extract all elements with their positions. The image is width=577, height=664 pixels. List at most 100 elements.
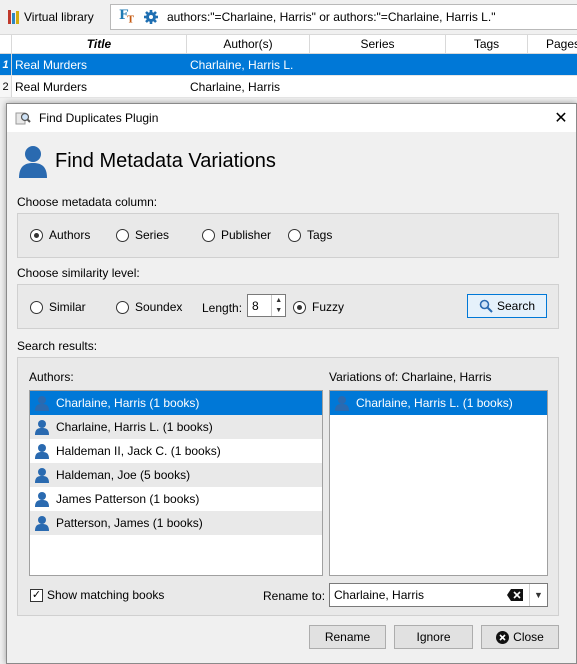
length-value: 8 [252,298,259,313]
ignore-button[interactable]: Ignore [394,625,473,649]
virtual-library-label: Virtual library [24,10,94,24]
row-number: 2 [0,76,12,97]
radio-dot [30,300,43,314]
person-icon [35,516,49,531]
show-matching-label: Show matching books [47,588,165,602]
variation-name: Charlaine, Harris L. (1 books) [356,396,513,410]
column-header-pages[interactable]: Pages [528,35,577,53]
list-item[interactable]: Charlaine, Harris L. (1 books) [30,415,322,439]
cell-authors: Charlaine, Harris L. [190,57,294,72]
close-button[interactable]: Close [481,625,559,649]
author-name: Charlaine, Harris L. (1 books) [56,420,213,434]
variations-list[interactable]: Charlaine, Harris L. (1 books) [329,390,548,576]
author-name: Haldeman II, Jack C. (1 books) [56,444,221,458]
find-duplicates-dialog: Find Duplicates Plugin ✕ Find Metadata V… [6,103,577,664]
close-icon[interactable]: ✕ [546,104,576,132]
dialog-heading: Find Metadata Variations [17,144,276,178]
radio-dot [30,228,43,242]
close-button-label: Close [513,630,544,644]
results-label: Search results: [17,339,98,353]
radio-series[interactable]: Series [116,228,169,242]
full-text-search-icon[interactable]: FT [119,8,134,26]
search-input[interactable]: FT authors:"=Charlaine, Harris" or autho… [110,4,577,30]
table-header: Title Author(s) Series Tags Pages [0,34,577,54]
book-table: Title Author(s) Series Tags Pages 1 Real… [0,34,577,98]
radio-dot [202,228,215,242]
variations-label: Variations of: Charlaine, Harris [329,370,492,384]
radio-dot [288,228,301,242]
virtual-library-button[interactable]: Virtual library [4,6,98,28]
authors-list[interactable]: Charlaine, Harris (1 books) Charlaine, H… [29,390,323,576]
author-name: Haldeman, Joe (5 books) [56,468,191,482]
radio-label: Series [135,228,170,242]
search-query-text: authors:"=Charlaine, Harris" or authors:… [166,10,496,24]
cell-authors: Charlaine, Harris [190,79,281,94]
list-item[interactable]: Haldeman II, Jack C. (1 books) [30,439,322,463]
authors-list-label: Authors: [29,370,74,384]
dialog-title: Find Duplicates Plugin [39,111,159,125]
show-matching-checkbox[interactable]: ✓ Show matching books [30,588,164,602]
radio-soundex[interactable]: Soundex [116,300,182,314]
radio-label: Authors [49,228,91,242]
rename-to-combobox[interactable]: Charlaine, Harris ▼ [329,583,548,607]
similarity-label: Choose similarity level: [17,266,140,280]
table-row[interactable]: 1 Real Murders Charlaine, Harris L. [0,54,577,76]
ignore-button-label: Ignore [416,630,451,644]
search-button-label: Search [496,299,536,313]
list-item[interactable]: Charlaine, Harris L. (1 books) [330,391,547,415]
chevron-down-icon[interactable]: ▼ [529,584,547,606]
person-icon [35,396,49,411]
rename-button-label: Rename [324,630,371,644]
table-row[interactable]: 2 Real Murders Charlaine, Harris [0,76,577,98]
length-spinbox[interactable]: 8 ▲ ▼ [247,294,286,317]
search-button[interactable]: Search [467,294,547,318]
checkbox-box[interactable]: ✓ [30,588,43,602]
column-header-tags[interactable]: Tags [446,35,528,53]
column-header-title[interactable]: Title [12,35,187,53]
spin-up-icon[interactable]: ▲ [275,297,282,304]
radio-tags[interactable]: Tags [288,228,332,242]
radio-label: Tags [307,228,333,242]
rename-to-value: Charlaine, Harris [334,588,425,602]
radio-similar[interactable]: Similar [30,300,86,314]
rename-to-label: Rename to: [263,589,326,603]
radio-authors[interactable]: Authors [30,228,90,242]
person-icon [35,492,49,507]
radio-publisher[interactable]: Publisher [202,228,271,242]
person-icon [35,420,49,435]
spin-arrows[interactable]: ▲ ▼ [271,295,285,316]
radio-label: Soundex [135,300,183,314]
list-item[interactable]: Patterson, James (1 books) [30,511,322,535]
table-corner [0,35,12,53]
cell-title: Real Murders [15,79,88,94]
list-item[interactable]: Charlaine, Harris (1 books) [30,391,322,415]
person-icon [35,468,49,483]
radio-dot [116,300,129,314]
close-circle-icon [496,630,510,644]
column-header-series[interactable]: Series [310,35,446,53]
author-name: Patterson, James (1 books) [56,516,203,530]
library-icon [8,10,20,24]
cell-title: Real Murders [15,57,88,72]
author-name: Charlaine, Harris (1 books) [56,396,200,410]
row-number: 1 [0,54,12,75]
person-icon [35,444,49,459]
radio-fuzzy[interactable]: Fuzzy [293,300,344,314]
spin-down-icon[interactable]: ▼ [275,307,282,314]
person-icon [19,146,47,178]
page-title: Find Metadata Variations [55,149,276,172]
search-icon [479,299,493,313]
radio-dot [116,228,129,242]
clear-text-icon[interactable] [507,589,523,601]
column-header-authors[interactable]: Author(s) [187,35,310,53]
list-item[interactable]: Haldeman, Joe (5 books) [30,463,322,487]
radio-label: Similar [49,300,86,314]
gear-icon[interactable] [143,9,159,25]
magnifier-plugin-icon [15,112,31,125]
length-label: Length: [202,301,243,315]
list-item[interactable]: James Patterson (1 books) [30,487,322,511]
person-icon [335,396,349,411]
rename-button[interactable]: Rename [309,625,386,649]
dialog-titlebar: Find Duplicates Plugin ✕ [7,104,576,132]
radio-label: Fuzzy [312,300,345,314]
